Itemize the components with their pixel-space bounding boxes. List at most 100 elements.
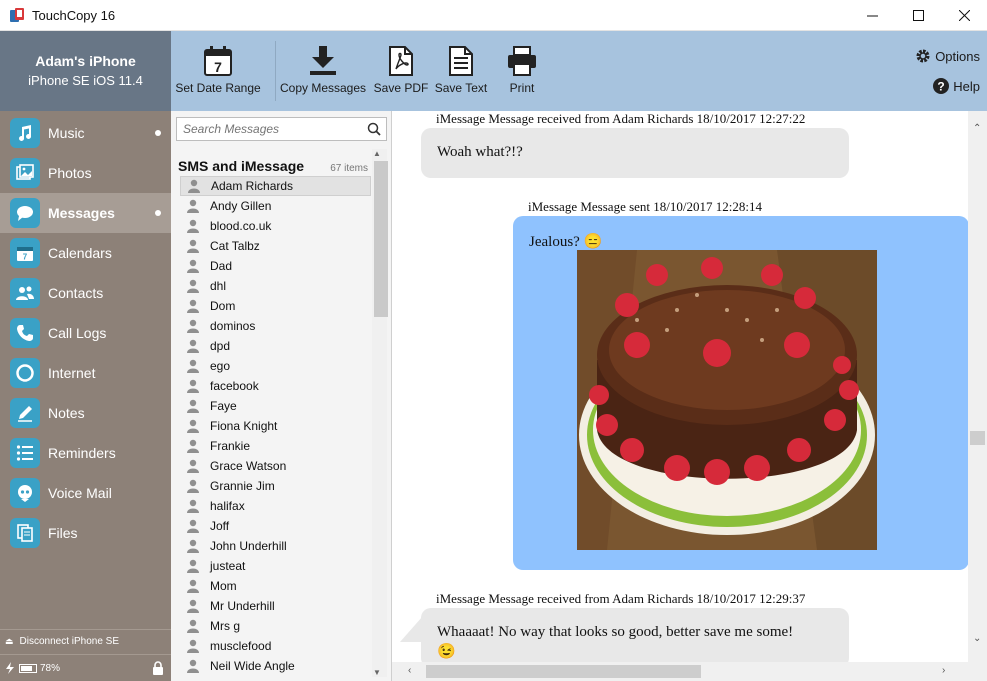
scroll-down-icon[interactable]: ▼ bbox=[373, 668, 381, 677]
contact-list: Adam Richards Andy Gillen blood.co.uk Cat T… bbox=[180, 176, 371, 676]
copy-messages-button[interactable]: Copy Messages bbox=[279, 31, 367, 111]
person-icon bbox=[187, 419, 199, 433]
set-date-range-button[interactable]: 7 Set Date Range bbox=[175, 31, 261, 111]
close-button[interactable] bbox=[941, 0, 987, 31]
scrollbar-thumb[interactable] bbox=[374, 161, 388, 317]
sidebar-item-internet[interactable]: Internet bbox=[0, 353, 171, 393]
internet-icon bbox=[10, 358, 40, 388]
person-icon bbox=[187, 659, 199, 673]
print-button[interactable]: Print bbox=[501, 31, 543, 111]
contact-row[interactable]: Fiona Knight bbox=[180, 416, 371, 436]
search-input[interactable] bbox=[177, 118, 357, 140]
person-icon bbox=[187, 599, 199, 613]
sidebar-nav: Music Photos Messages 7 Calendars Contac… bbox=[0, 113, 171, 553]
contact-row[interactable]: dpd bbox=[180, 336, 371, 356]
maximize-button[interactable] bbox=[895, 0, 941, 31]
help-button[interactable]: ? Help bbox=[933, 78, 980, 94]
list-scrollbar[interactable]: ▲ ▼ bbox=[372, 149, 388, 677]
contact-row[interactable]: Dad bbox=[180, 256, 371, 276]
save-pdf-button[interactable]: Save PDF bbox=[374, 31, 428, 111]
person-icon bbox=[187, 319, 199, 333]
sidebar-item-messages[interactable]: Messages bbox=[0, 193, 171, 233]
sidebar-item-notes[interactable]: Notes bbox=[0, 393, 171, 433]
sidebar-item-label: Files bbox=[48, 525, 78, 541]
contact-name: Mr Underhill bbox=[210, 599, 275, 613]
scroll-up-icon[interactable]: ▲ bbox=[373, 149, 381, 158]
sidebar-item-label: Internet bbox=[48, 365, 96, 381]
lock-icon[interactable] bbox=[152, 661, 164, 675]
message-bubble-received: Woah what?!? bbox=[421, 128, 849, 178]
contact-row[interactable]: Grace Watson bbox=[180, 456, 371, 476]
calendar-icon: 7 bbox=[10, 238, 40, 268]
sidebar-item-photos[interactable]: Photos bbox=[0, 153, 171, 193]
sidebar-item-files[interactable]: Files bbox=[0, 513, 171, 553]
scroll-down-icon[interactable]: ⌄ bbox=[973, 633, 981, 644]
sidebar-item-voice-mail[interactable]: Voice Mail bbox=[0, 473, 171, 513]
person-icon bbox=[187, 459, 199, 473]
contact-row[interactable]: Dom bbox=[180, 296, 371, 316]
message-bubble-received: Whaaaat! No way that looks so good, bett… bbox=[421, 608, 849, 668]
scrollbar-thumb[interactable] bbox=[426, 665, 701, 678]
scroll-right-icon[interactable]: › bbox=[942, 665, 945, 676]
contact-name: Fiona Knight bbox=[210, 419, 278, 433]
save-text-button[interactable]: Save Text bbox=[433, 31, 489, 111]
contact-row[interactable]: justeat bbox=[180, 556, 371, 576]
list-title: SMS and iMessage bbox=[178, 158, 305, 174]
sidebar-item-music[interactable]: Music bbox=[0, 113, 171, 153]
messages-icon bbox=[10, 198, 40, 228]
contact-row[interactable]: Joff bbox=[180, 516, 371, 536]
contact-row[interactable]: ego bbox=[180, 356, 371, 376]
cake-photo[interactable] bbox=[577, 250, 877, 550]
contact-row[interactable]: Neil Wide Angle bbox=[180, 656, 371, 676]
sidebar-item-label: Contacts bbox=[48, 285, 104, 301]
scrollbar-thumb[interactable] bbox=[970, 431, 985, 445]
contact-row[interactable]: Andy Gillen bbox=[180, 196, 371, 216]
text-file-icon bbox=[449, 46, 473, 76]
svg-text:7: 7 bbox=[214, 59, 222, 75]
sidebar-item-call-logs[interactable]: Call Logs bbox=[0, 313, 171, 353]
copy-messages-label: Copy Messages bbox=[279, 81, 367, 95]
contact-row[interactable]: Adam Richards bbox=[180, 176, 371, 196]
contact-row[interactable]: Grannie Jim bbox=[180, 476, 371, 496]
conversation-view: iMessage Message received from Adam Rich… bbox=[392, 111, 987, 681]
toolbar-divider bbox=[275, 41, 276, 101]
person-icon bbox=[187, 499, 199, 513]
conversation-scrollbar[interactable]: ⌃ ⌄ bbox=[968, 111, 987, 662]
contact-row[interactable]: dominos bbox=[180, 316, 371, 336]
svg-text:7: 7 bbox=[23, 253, 28, 262]
contact-row[interactable]: Mrs g bbox=[180, 616, 371, 636]
sidebar-item-reminders[interactable]: Reminders bbox=[0, 433, 171, 473]
pdf-icon bbox=[389, 46, 413, 76]
person-icon bbox=[187, 539, 199, 553]
minimize-button[interactable] bbox=[849, 0, 895, 31]
contact-row[interactable]: John Underhill bbox=[180, 536, 371, 556]
disconnect-button[interactable]: ⏏ Disconnect iPhone SE bbox=[0, 629, 171, 653]
contact-row[interactable]: Mom bbox=[180, 576, 371, 596]
person-icon bbox=[187, 439, 199, 453]
search-icon[interactable] bbox=[367, 122, 381, 136]
svg-text:?: ? bbox=[938, 80, 945, 94]
contact-row[interactable]: Mr Underhill bbox=[180, 596, 371, 616]
contact-row[interactable]: Frankie bbox=[180, 436, 371, 456]
horizontal-scrollbar[interactable]: ‹ › bbox=[392, 662, 968, 681]
contact-row[interactable]: blood.co.uk bbox=[180, 216, 371, 236]
options-button[interactable]: Options bbox=[915, 48, 980, 64]
person-icon bbox=[187, 199, 199, 213]
printer-icon bbox=[508, 46, 536, 76]
person-icon bbox=[187, 399, 199, 413]
print-label: Print bbox=[509, 81, 535, 95]
contact-row[interactable]: Cat Talbz bbox=[180, 236, 371, 256]
sidebar-item-calendars[interactable]: 7 Calendars bbox=[0, 233, 171, 273]
scroll-left-icon[interactable]: ‹ bbox=[408, 665, 411, 676]
sidebar-item-contacts[interactable]: Contacts bbox=[0, 273, 171, 313]
contact-row[interactable]: musclefood bbox=[180, 636, 371, 656]
search-box[interactable] bbox=[176, 117, 387, 141]
contact-row[interactable]: Faye bbox=[180, 396, 371, 416]
contact-row[interactable]: dhl bbox=[180, 276, 371, 296]
scroll-up-icon[interactable]: ⌃ bbox=[973, 123, 981, 134]
contact-row[interactable]: facebook bbox=[180, 376, 371, 396]
contact-name: Faye bbox=[210, 399, 237, 413]
contact-name: Joff bbox=[210, 519, 230, 533]
contact-row[interactable]: halifax bbox=[180, 496, 371, 516]
person-icon bbox=[187, 299, 199, 313]
